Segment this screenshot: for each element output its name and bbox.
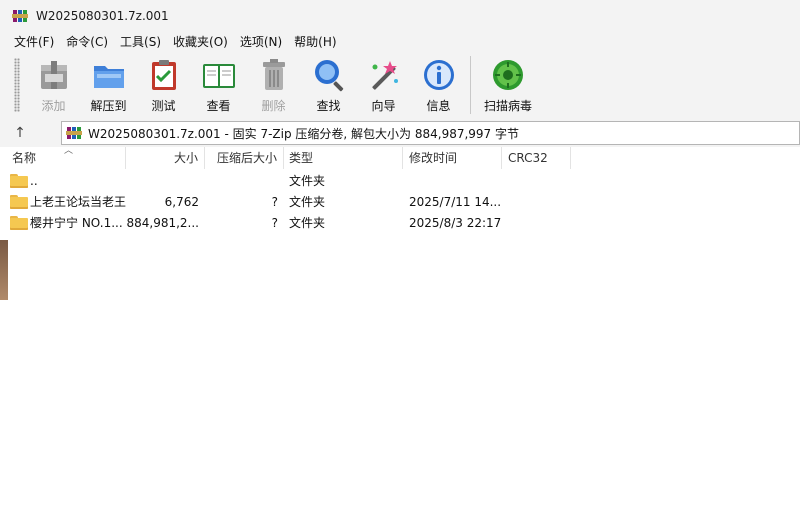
trash-icon bbox=[256, 57, 292, 93]
magnifier-icon bbox=[311, 57, 347, 93]
winrar-icon bbox=[12, 8, 28, 24]
column-size-label: 大小 bbox=[173, 151, 198, 165]
row-size bbox=[126, 171, 199, 192]
book-icon bbox=[201, 57, 237, 93]
window-title: W2025080301.7z.001 bbox=[36, 9, 169, 23]
toolbar-grip[interactable] bbox=[14, 58, 20, 112]
extract-button[interactable]: 解压到 bbox=[81, 53, 136, 115]
menu-commands[interactable]: 命令(C) bbox=[60, 32, 114, 53]
menu-file[interactable]: 文件(F) bbox=[8, 32, 60, 53]
column-name[interactable]: 名称 ︿ bbox=[8, 147, 126, 169]
row-size: 884,981,2... bbox=[126, 216, 199, 230]
row-packed: ? bbox=[271, 195, 278, 209]
info-button[interactable]: 信息 bbox=[411, 53, 466, 115]
row-name: .. bbox=[30, 174, 38, 188]
column-modified-label: 修改时间 bbox=[409, 151, 458, 165]
add-label: 添加 bbox=[41, 99, 66, 113]
menu-options[interactable]: 选项(N) bbox=[234, 32, 288, 53]
column-crc-label: CRC32 bbox=[508, 151, 548, 165]
extract-folder-icon bbox=[91, 57, 127, 93]
test-button[interactable]: 测试 bbox=[136, 53, 191, 115]
row-type: 文件夹 bbox=[289, 195, 326, 209]
view-button[interactable]: 查看 bbox=[191, 53, 246, 115]
test-label: 测试 bbox=[151, 99, 176, 113]
table-row[interactable]: 樱井宁宁 NO.1... 884,981,2... ? 文件夹 2025/8/3… bbox=[8, 213, 800, 234]
add-button[interactable]: 添加 bbox=[26, 53, 81, 115]
archive-icon bbox=[66, 125, 82, 141]
up-arrow-icon[interactable]: ↑ bbox=[0, 119, 40, 147]
file-list: 名称 ︿ 大小 压缩后大小 类型 修改时间 CRC32 .. 文件夹 上老王论坛… bbox=[8, 147, 800, 516]
wizard-button[interactable]: 向导 bbox=[356, 53, 411, 115]
row-size: 6,762 bbox=[164, 195, 199, 209]
folder-icon bbox=[10, 216, 28, 230]
toolbar: 添加 解压到 测试 查看 删除 查找 向导 信息 扫描病毒 bbox=[0, 53, 800, 119]
column-size[interactable]: 大小 bbox=[126, 147, 205, 169]
archive-path: W2025080301.7z.001 - 固实 7-Zip 压缩分卷, 解包大小… bbox=[88, 126, 520, 141]
table-row[interactable]: 上老王论坛当老王 6,762 ? 文件夹 2025/7/11 14... bbox=[8, 192, 800, 213]
menu-bar: 文件(F) 命令(C) 工具(S) 收藏夹(O) 选项(N) 帮助(H) bbox=[0, 32, 800, 53]
wizard-label: 向导 bbox=[371, 99, 396, 113]
folder-icon bbox=[10, 195, 28, 209]
sort-ascending-icon: ︿ bbox=[64, 146, 74, 156]
column-packed-label: 压缩后大小 bbox=[216, 151, 277, 165]
delete-button[interactable]: 删除 bbox=[246, 53, 301, 115]
folder-icon bbox=[10, 174, 28, 188]
virus-scan-icon bbox=[490, 57, 526, 93]
row-type: 文件夹 bbox=[289, 174, 326, 188]
menu-tools[interactable]: 工具(S) bbox=[114, 32, 167, 53]
row-type: 文件夹 bbox=[289, 216, 326, 230]
extract-label: 解压到 bbox=[90, 99, 127, 113]
row-packed bbox=[205, 171, 278, 192]
menu-favorites[interactable]: 收藏夹(O) bbox=[167, 32, 234, 53]
row-name: 上老王论坛当老王 bbox=[30, 195, 126, 209]
column-packed[interactable]: 压缩后大小 bbox=[205, 147, 284, 169]
address-bar: ↑ W2025080301.7z.001 - 固实 7-Zip 压缩分卷, 解包… bbox=[0, 119, 800, 147]
column-type-label: 类型 bbox=[289, 151, 314, 165]
menu-help[interactable]: 帮助(H) bbox=[288, 32, 342, 53]
column-name-label: 名称 bbox=[12, 151, 37, 165]
column-modified[interactable]: 修改时间 bbox=[403, 147, 502, 169]
path-field[interactable]: W2025080301.7z.001 - 固实 7-Zip 压缩分卷, 解包大小… bbox=[61, 121, 800, 145]
column-type[interactable]: 类型 bbox=[284, 147, 403, 169]
column-crc[interactable]: CRC32 bbox=[502, 147, 571, 169]
scan-virus-label: 扫描病毒 bbox=[483, 99, 532, 113]
view-label: 查看 bbox=[206, 99, 231, 113]
toolbar-separator bbox=[470, 56, 471, 114]
add-archive-icon bbox=[36, 57, 72, 93]
clipboard-check-icon bbox=[146, 57, 182, 93]
table-row[interactable]: .. 文件夹 bbox=[8, 171, 800, 192]
desktop-wallpaper-strip bbox=[0, 240, 8, 300]
find-button[interactable]: 查找 bbox=[301, 53, 356, 115]
row-packed: ? bbox=[271, 216, 278, 230]
row-modified: 2025/7/11 14... bbox=[409, 195, 501, 209]
scan-virus-button[interactable]: 扫描病毒 bbox=[475, 53, 541, 115]
info-label: 信息 bbox=[426, 99, 451, 113]
magic-wand-icon bbox=[366, 57, 402, 93]
row-name: 樱井宁宁 NO.1... bbox=[30, 216, 123, 230]
title-bar: W2025080301.7z.001 bbox=[0, 0, 800, 32]
info-icon bbox=[421, 57, 457, 93]
find-label: 查找 bbox=[316, 99, 341, 113]
row-modified bbox=[409, 171, 501, 192]
delete-label: 删除 bbox=[261, 99, 286, 113]
row-modified: 2025/8/3 22:17 bbox=[409, 216, 501, 230]
